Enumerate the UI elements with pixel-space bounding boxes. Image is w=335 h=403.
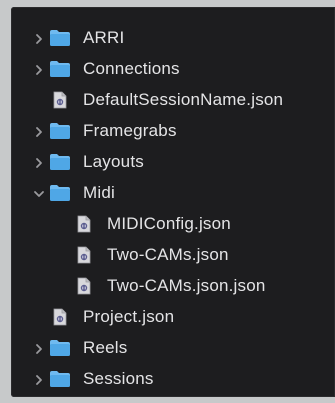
tree-item-label: Project.json bbox=[83, 307, 175, 326]
tree-item-label: DefaultSessionName.json bbox=[83, 90, 284, 109]
chevron-right-icon[interactable] bbox=[33, 157, 45, 169]
folder-icon bbox=[49, 184, 71, 202]
file-row-two-cams-json[interactable]: Two-CAMs.json bbox=[11, 240, 335, 271]
file-row-midiconfig-json[interactable]: MIDIConfig.json bbox=[11, 209, 335, 240]
file-row-defaultsessionname-json[interactable]: DefaultSessionName.json bbox=[11, 85, 335, 116]
chevron-right-icon[interactable] bbox=[33, 126, 45, 138]
folder-row-sessions[interactable]: Sessions bbox=[11, 364, 335, 395]
folder-icon bbox=[49, 29, 71, 47]
file-row-two-cams-json-json[interactable]: Two-CAMs.json.json bbox=[11, 271, 335, 302]
chevron-right-icon[interactable] bbox=[33, 343, 45, 355]
tree-item-label: Framegrabs bbox=[83, 121, 177, 140]
folder-row-connections[interactable]: Connections bbox=[11, 54, 335, 85]
tree-item-label: Sessions bbox=[83, 369, 154, 388]
tree-item-label: Reels bbox=[83, 338, 128, 357]
folder-icon bbox=[49, 122, 71, 140]
tree-item-label: Two-CAMs.json bbox=[107, 245, 229, 264]
folder-icon bbox=[49, 60, 71, 78]
file-tree-panel: ARRI Connections DefaultSessionName.json Fr… bbox=[11, 7, 335, 397]
tree-item-label: ARRI bbox=[83, 28, 125, 47]
folder-row-midi[interactable]: Midi bbox=[11, 178, 335, 209]
json-file-icon bbox=[53, 91, 67, 109]
folder-icon bbox=[49, 339, 71, 357]
tree-item-label: Midi bbox=[83, 183, 115, 202]
json-file-icon bbox=[77, 246, 91, 264]
tree-item-label: Connections bbox=[83, 59, 180, 78]
folder-row-reels[interactable]: Reels bbox=[11, 333, 335, 364]
window-frame: ARRI Connections DefaultSessionName.json Fr… bbox=[0, 0, 335, 403]
tree-item-label: Two-CAMs.json.json bbox=[107, 276, 266, 295]
chevron-right-icon[interactable] bbox=[33, 64, 45, 76]
tree-item-label: Layouts bbox=[83, 152, 144, 171]
tree-item-label: MIDIConfig.json bbox=[107, 214, 231, 233]
file-row-project-json[interactable]: Project.json bbox=[11, 302, 335, 333]
folder-row-framegrabs[interactable]: Framegrabs bbox=[11, 116, 335, 147]
chevron-right-icon[interactable] bbox=[33, 374, 45, 386]
chevron-right-icon[interactable] bbox=[33, 33, 45, 45]
chevron-down-icon[interactable] bbox=[33, 188, 45, 200]
folder-row-arri[interactable]: ARRI bbox=[11, 23, 335, 54]
folder-row-layouts[interactable]: Layouts bbox=[11, 147, 335, 178]
file-tree: ARRI Connections DefaultSessionName.json Fr… bbox=[11, 23, 335, 395]
json-file-icon bbox=[77, 215, 91, 233]
folder-icon bbox=[49, 153, 71, 171]
folder-icon bbox=[49, 370, 71, 388]
json-file-icon bbox=[53, 308, 67, 326]
json-file-icon bbox=[77, 277, 91, 295]
